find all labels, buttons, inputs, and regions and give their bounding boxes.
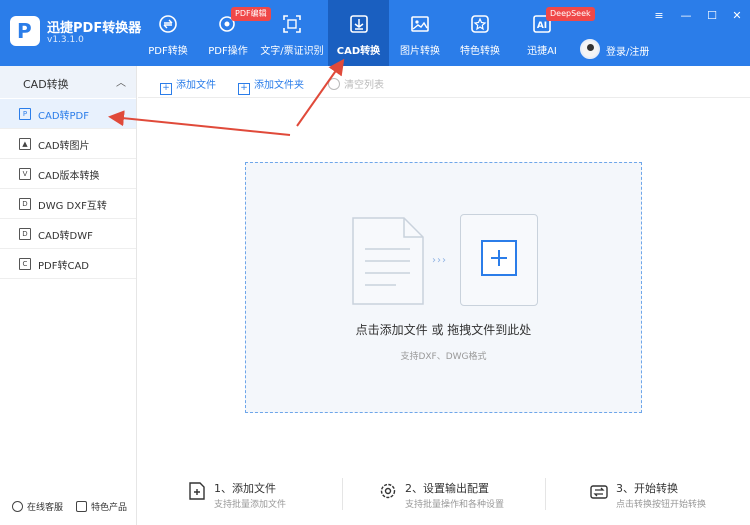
add-folder-button[interactable]: + 添加文件夹 xyxy=(238,76,304,95)
add-folder-icon: + xyxy=(238,83,250,95)
step-title: 2、设置输出配置 xyxy=(405,482,489,495)
clear-icon xyxy=(328,78,340,90)
maximize-icon[interactable]: ☐ xyxy=(705,9,719,23)
sidebar-item-cad-version[interactable]: V CAD版本转换 xyxy=(0,159,136,189)
settings-icon xyxy=(380,483,396,499)
step-desc: 支持批量操作和各种设置 xyxy=(405,500,505,510)
star-icon xyxy=(471,15,489,33)
step-title: 3、开始转换 xyxy=(616,482,678,495)
image-icon xyxy=(411,16,429,32)
nav-special-convert[interactable]: 特色转换 xyxy=(452,0,508,66)
version-icon: V xyxy=(19,168,31,180)
sidebar-header-label: CAD转换 xyxy=(23,78,69,91)
dropzone-main-text: 点击添加文件 或 拖拽文件到此处 xyxy=(355,323,532,337)
add-file-label: 添加文件 xyxy=(176,80,216,91)
svg-text:AI: AI xyxy=(537,21,547,31)
deepseek-badge: DeepSeek xyxy=(546,7,595,21)
cad-file-icon: C xyxy=(19,258,31,270)
nav-label: PDF操作 xyxy=(208,46,248,57)
sidebar-item-cad-to-image[interactable]: ▲ CAD转图片 xyxy=(0,129,136,159)
featured-products-label: 特色产品 xyxy=(91,503,128,513)
divider xyxy=(545,478,546,510)
convert-icon xyxy=(590,485,608,499)
add-folder-label: 添加文件夹 xyxy=(254,80,304,91)
pdf-convert-icon xyxy=(159,15,177,33)
add-file-icon: + xyxy=(160,83,172,95)
plus-icon xyxy=(481,240,517,276)
nav-ocr[interactable]: 文字/票证识别 xyxy=(258,0,326,66)
nav-label: PDF转换 xyxy=(148,46,188,57)
sidebar-item-label: CAD版本转换 xyxy=(38,171,100,182)
sidebar-item-dwg-dxf[interactable]: D DWG DXF互转 xyxy=(0,189,136,219)
sidebar-item-pdf-to-cad[interactable]: C PDF转CAD xyxy=(0,249,136,279)
sidebar-item-label: PDF转CAD xyxy=(38,261,90,272)
avatar[interactable] xyxy=(580,39,600,59)
nav-label: 文字/票证识别 xyxy=(260,46,324,57)
dropzone-sub-text: 支持DXF、DWG格式 xyxy=(400,352,487,362)
nav-label: CAD转换 xyxy=(336,46,381,57)
title-bar: 迅捷PDF转换器 v1.3.1.0 PDF转换 PDF操作 PDF编辑 文字/票… xyxy=(0,0,750,66)
sidebar-item-label: CAD转PDF xyxy=(38,111,90,122)
sidebar-item-cad-to-pdf[interactable]: P CAD转PDF xyxy=(0,99,136,129)
sidebar-item-label: DWG DXF互转 xyxy=(38,201,107,212)
divider xyxy=(342,478,343,510)
nav-label: 特色转换 xyxy=(460,46,500,57)
minimize-icon[interactable]: — xyxy=(679,9,693,23)
app-name: 迅捷PDF转换器 xyxy=(47,21,142,36)
document-icon xyxy=(352,217,424,305)
login-button[interactable]: 登录/注册 xyxy=(606,43,649,58)
close-icon[interactable]: ✕ xyxy=(730,9,744,23)
app-logo-icon xyxy=(10,16,40,46)
cad-icon xyxy=(349,15,368,33)
nav-pdf-convert[interactable]: PDF转换 xyxy=(139,0,197,66)
clear-list-label: 清空列表 xyxy=(344,80,384,91)
add-file-button[interactable]: + 添加文件 xyxy=(160,76,216,95)
pdf-file-icon: P xyxy=(19,108,31,120)
sidebar-item-label: CAD转DWF xyxy=(38,231,93,242)
step-desc: 点击转换按钮开始转换 xyxy=(616,500,707,510)
headset-icon xyxy=(12,501,23,512)
chevron-up-icon: ︿ xyxy=(116,78,126,89)
sidebar-header[interactable]: CAD转换 ︿ xyxy=(0,66,136,98)
clear-list-button[interactable]: 清空列表 xyxy=(328,76,384,91)
nav-label: 迅捷AI xyxy=(527,46,557,57)
nav-image-convert[interactable]: 图片转换 xyxy=(392,0,448,66)
featured-products-button[interactable]: 特色产品 xyxy=(76,500,127,513)
nav-cad-convert[interactable]: CAD转换 xyxy=(328,0,389,66)
image-file-icon: ▲ xyxy=(19,138,31,150)
online-support-button[interactable]: 在线客服 xyxy=(12,500,63,513)
products-icon xyxy=(76,501,87,512)
sidebar-item-cad-to-dwf[interactable]: D CAD转DWF xyxy=(0,219,136,249)
add-file-icon xyxy=(189,482,205,500)
sidebar: CAD转换 ︿ P CAD转PDF ▲ CAD转图片 V CAD版本转换 D D… xyxy=(0,66,137,525)
annotation-arrow-to-sidebar xyxy=(108,110,291,136)
nav-label: 图片转换 xyxy=(400,46,440,57)
step-desc: 支持批量添加文件 xyxy=(214,500,287,510)
dwg-file-icon: D xyxy=(19,198,31,210)
step-title: 1、添加文件 xyxy=(214,482,276,495)
arrows-icon: ››› xyxy=(432,255,447,266)
toolbar: + 添加文件 + 添加文件夹 清空列表 xyxy=(138,66,750,98)
online-support-label: 在线客服 xyxy=(27,503,64,513)
menu-icon[interactable]: ≡ xyxy=(652,9,666,23)
file-drop-zone[interactable]: ››› 点击添加文件 或 拖拽文件到此处 支持DXF、DWG格式 xyxy=(245,162,642,413)
add-file-box[interactable] xyxy=(460,214,538,306)
sidebar-item-label: CAD转图片 xyxy=(38,141,90,152)
dwf-file-icon: D xyxy=(19,228,31,240)
ocr-icon xyxy=(283,15,301,33)
app-version: v1.3.1.0 xyxy=(47,35,84,45)
